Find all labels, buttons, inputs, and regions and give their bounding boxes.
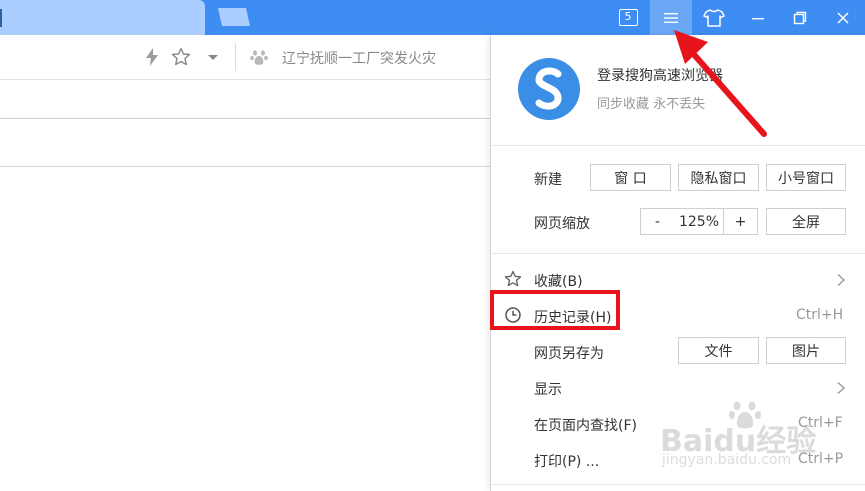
- star-icon[interactable]: [171, 47, 191, 67]
- zoom-label: 网页缩放: [534, 216, 590, 232]
- favorites-star-icon: [504, 270, 522, 287]
- toolbar-separator: [235, 43, 236, 71]
- chevron-right-icon: [837, 381, 846, 395]
- page-divider: [0, 166, 490, 167]
- save-as-label: 网页另存为: [534, 346, 604, 362]
- paw-icon: [250, 50, 268, 65]
- history-highlight-box: [490, 290, 620, 330]
- search-suggestion[interactable]: 辽宁抚顺一工厂突发火灾: [282, 48, 436, 68]
- fullscreen-button[interactable]: 全屏: [766, 208, 846, 235]
- browser-window: 5 辽宁抚顺一工厂突发火灾 登录搜狗高速浏览器 同步收藏 永不丢失 新建 窗 口…: [0, 0, 865, 491]
- sogou-logo-icon[interactable]: [517, 57, 581, 121]
- close-button[interactable]: [822, 0, 864, 35]
- tab-count-button[interactable]: 5: [607, 0, 649, 35]
- chevron-right-icon: [837, 273, 846, 287]
- print-menu-item[interactable]: 打印(P) ...: [534, 451, 599, 471]
- private-window-button[interactable]: 隐私窗口: [678, 164, 759, 191]
- tab-count-icon: 5: [618, 9, 638, 26]
- watermark-url: jingyan.baidu.com: [662, 452, 792, 468]
- dropdown-icon[interactable]: [203, 47, 223, 67]
- lightning-icon[interactable]: [142, 47, 162, 67]
- menu-divider: [491, 253, 865, 254]
- page-divider: [0, 118, 490, 119]
- baidu-watermark: Baidu经验 jingyan.baidu.com: [660, 398, 865, 491]
- zoom-in-button[interactable]: +: [723, 208, 758, 235]
- favorites-menu-item[interactable]: 收藏(B): [534, 271, 583, 291]
- new-window-button[interactable]: 窗 口: [590, 164, 671, 191]
- restore-icon: [793, 11, 807, 24]
- restore-button[interactable]: [779, 0, 821, 35]
- zoom-out-button[interactable]: -: [640, 208, 675, 235]
- zoom-level: 125%: [674, 208, 724, 235]
- save-file-button[interactable]: 文件: [678, 337, 759, 364]
- tab-edge: [0, 9, 2, 27]
- history-shortcut: Ctrl+H: [796, 307, 844, 323]
- find-menu-item[interactable]: 在页面内查找(F): [534, 415, 637, 435]
- pointer-arrow-icon: [674, 30, 767, 137]
- close-icon: [837, 11, 849, 24]
- active-tab[interactable]: [0, 0, 205, 35]
- small-window-button[interactable]: 小号窗口: [766, 164, 846, 191]
- save-image-button[interactable]: 图片: [766, 337, 846, 364]
- new-label: 新建: [534, 172, 562, 188]
- new-tab-icon[interactable]: [212, 6, 252, 28]
- display-menu-item[interactable]: 显示: [534, 379, 562, 399]
